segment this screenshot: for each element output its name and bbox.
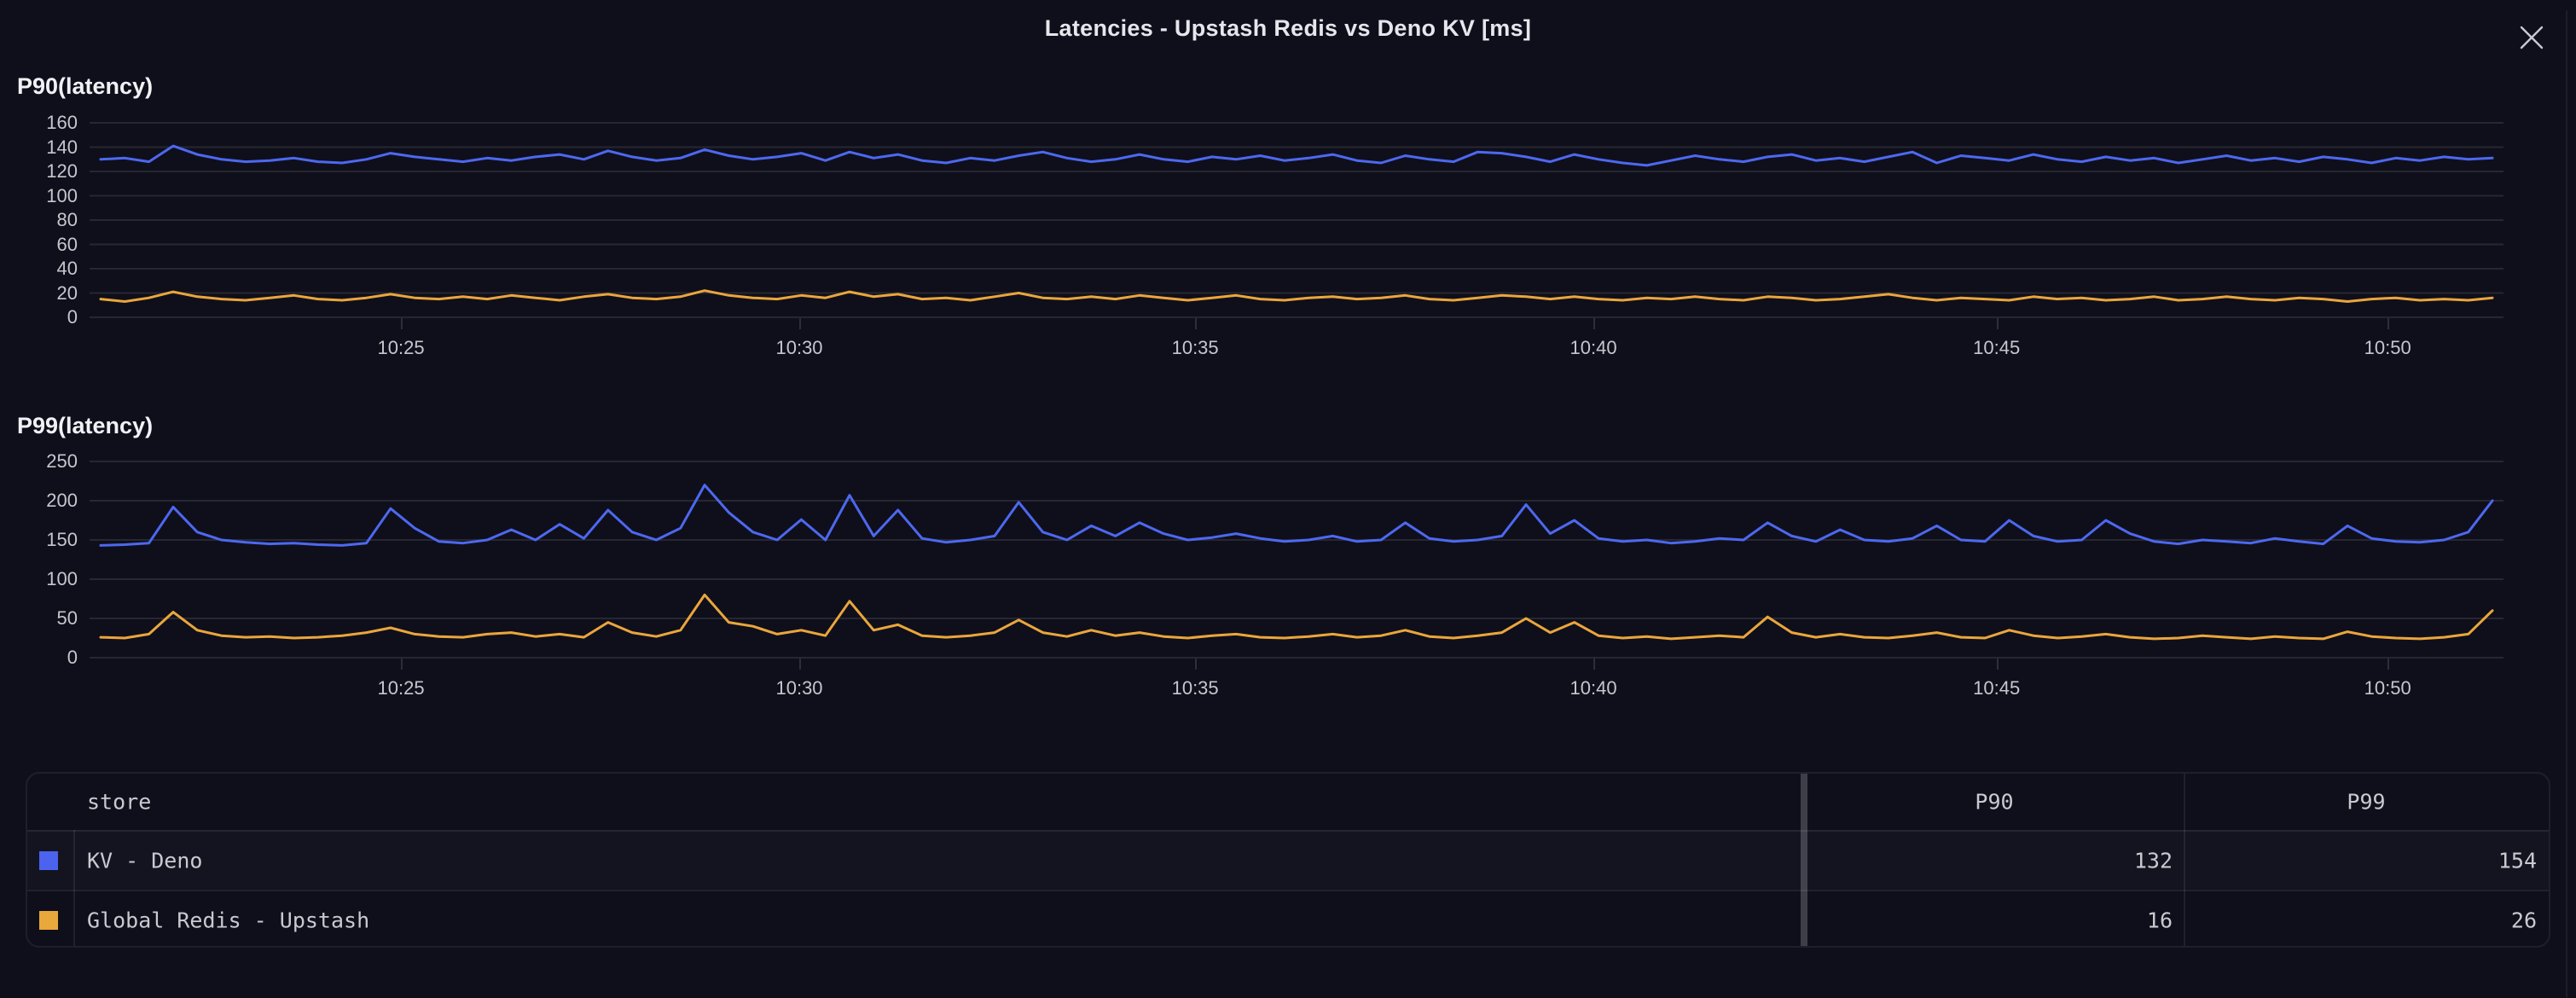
x-axis-label: 10:40 [1542,677,1645,699]
y-axis-label: 0 [16,306,78,328]
x-axis-tick [1593,659,1595,670]
latency-table: store P90 P99 KV - Deno 132 154 Global Redi… [26,772,2550,948]
x-axis-tick [401,318,403,329]
x-axis-tick [2387,318,2389,329]
y-axis-label: 120 [16,160,78,183]
chart-p90-plot[interactable]: 16014012010080604020010:2510:3010:3510:4… [90,122,2503,318]
x-axis-tick [799,659,801,670]
x-axis-tick [799,318,801,329]
y-axis-label: 150 [16,529,78,551]
y-axis-label: 80 [16,209,78,231]
chart-p99-title: P99(latency) [17,413,153,439]
y-axis-label: 20 [16,282,78,305]
y-axis-label: 0 [16,647,78,669]
y-axis-label: 140 [16,136,78,159]
series-swatch-icon[interactable] [39,911,58,930]
series-swatch-icon[interactable] [39,851,58,870]
chart-p90-title: P90(latency) [17,73,153,100]
y-axis-label: 200 [16,490,78,512]
close-button[interactable] [2506,12,2557,63]
column-header-p90: P90 [1975,790,2013,815]
p99-value-cell: 154 [2194,849,2537,873]
p90-value-cell: 132 [1814,849,2173,873]
column-header-store: store [87,790,151,815]
x-axis-tick [1195,659,1197,670]
x-axis-label: 10:45 [1946,677,2048,699]
x-axis-tick [1997,318,1999,329]
chart-canvas [90,122,2503,318]
close-icon [2519,25,2544,50]
table-row[interactable]: KV - Deno 132 154 [27,830,2549,890]
x-axis-label: 10:35 [1144,677,1246,699]
series-line-global-redis-upstash [101,595,2492,639]
x-axis-label: 10:25 [350,677,452,699]
y-axis-label: 100 [16,185,78,207]
store-cell: KV - Deno [87,849,202,873]
table-header-row: store P90 P99 [27,774,2549,830]
y-axis-label: 60 [16,234,78,256]
panel-edge [2566,10,2567,998]
y-axis-label: 160 [16,112,78,134]
x-axis-label: 10:45 [1946,337,2048,359]
store-cell: Global Redis - Upstash [87,908,369,933]
x-axis-label: 10:50 [2336,337,2439,359]
series-line-kv-deno [101,146,2492,165]
y-axis-label: 40 [16,258,78,280]
x-axis-label: 10:30 [748,337,850,359]
x-axis-label: 10:25 [350,337,452,359]
chart-p99-plot[interactable]: 25020015010050010:2510:3010:3510:4010:45… [90,461,2503,659]
chart-canvas [90,461,2503,659]
x-axis-tick [2387,659,2389,670]
y-axis-label: 250 [16,450,78,473]
column-header-p99: P99 [2347,790,2385,815]
x-axis-label: 10:40 [1542,337,1645,359]
page-title: Latencies - Upstash Redis vs Deno KV [ms… [0,15,2576,42]
y-axis-label: 50 [16,607,78,630]
table-row[interactable]: Global Redis - Upstash 16 26 [27,890,2549,949]
x-axis-label: 10:50 [2336,677,2439,699]
p99-value-cell: 26 [2194,908,2537,933]
x-axis-tick [401,659,403,670]
series-line-kv-deno [101,485,2492,546]
x-axis-tick [1593,318,1595,329]
p90-value-cell: 16 [1814,908,2173,933]
x-axis-tick [1195,318,1197,329]
x-axis-tick [1997,659,1999,670]
y-axis-label: 100 [16,568,78,590]
x-axis-label: 10:35 [1144,337,1246,359]
x-axis-label: 10:30 [748,677,850,699]
